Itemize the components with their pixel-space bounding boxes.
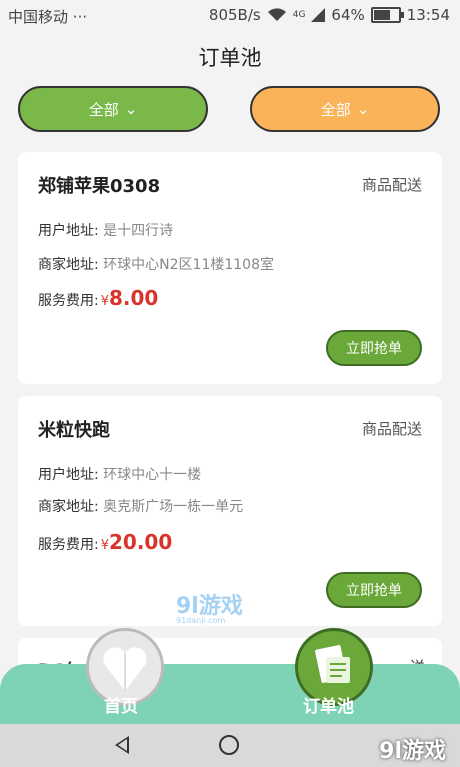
network-speed: 805B/s bbox=[208, 6, 261, 24]
order-type: 商品配送 bbox=[361, 420, 422, 438]
service-fee-amount: 20.00 bbox=[109, 530, 173, 554]
status-left: 中国移动 ··· bbox=[8, 6, 87, 27]
status-bar: 中国移动 ··· 805B/s 4G 64% 13:54 bbox=[0, 0, 460, 30]
carrier-label: 中国移动 bbox=[8, 8, 69, 26]
filter-dropdown-left[interactable]: 全部 ⌄ bbox=[18, 86, 208, 132]
user-address-value: 是十四行诗 bbox=[103, 223, 174, 239]
shop-name: 郑铺苹果0308 bbox=[38, 176, 161, 197]
service-fee-row: 服务费用: ¥ 20.00 bbox=[38, 530, 172, 554]
tab-order-pool-label: 订单池 bbox=[303, 697, 354, 717]
grab-order-button[interactable]: 立即抢单 bbox=[326, 572, 422, 608]
filter-label: 全部 bbox=[88, 100, 119, 119]
merchant-address-value: 环球中心N2区11楼1108室 bbox=[103, 257, 274, 273]
merchant-address-value: 奥克斯广场一栋一单元 bbox=[103, 499, 244, 515]
merchant-address-row: 商家地址: 环球中心N2区11楼1108室 bbox=[38, 254, 274, 274]
battery-percent: 64% bbox=[331, 6, 365, 24]
chevron-down-icon: ⌄ bbox=[124, 100, 138, 118]
network-type: 4G bbox=[292, 10, 306, 20]
status-dots: ··· bbox=[72, 8, 88, 26]
status-right: 805B/s 4G 64% 13:54 bbox=[209, 6, 450, 24]
merchant-address-label: 商家地址: bbox=[38, 257, 99, 273]
battery-icon bbox=[370, 7, 404, 23]
watermark-logo: 9l游戏 91danji.com bbox=[176, 588, 243, 625]
order-card: 郑铺苹果0308 商品配送 用户地址: 是十四行诗 商家地址: 环球中心N2区1… bbox=[18, 152, 442, 384]
chevron-down-icon: ⌄ bbox=[356, 100, 370, 118]
filter-dropdown-right[interactable]: 全部 ⌄ bbox=[250, 86, 440, 132]
wifi-icon bbox=[267, 8, 286, 21]
currency-symbol: ¥ bbox=[100, 294, 109, 309]
user-address-row: 用户地址: 环球中心十一楼 bbox=[38, 464, 201, 484]
service-fee-row: 服务费用: ¥ 8.00 bbox=[38, 286, 158, 310]
clock: 13:54 bbox=[406, 6, 450, 24]
page-title: 订单池 bbox=[198, 46, 262, 70]
shop-name: 米粒快跑 bbox=[38, 420, 110, 441]
user-address-label: 用户地址: bbox=[38, 467, 99, 483]
service-fee-label: 服务费用: bbox=[38, 293, 99, 309]
signal-icon bbox=[311, 8, 326, 22]
filter-label: 全部 bbox=[320, 100, 351, 119]
merchant-address-label: 商家地址: bbox=[38, 499, 99, 515]
tab-bar bbox=[0, 664, 460, 724]
order-type: 商品配送 bbox=[361, 176, 422, 194]
service-fee-amount: 8.00 bbox=[109, 286, 159, 310]
user-address-value: 环球中心十一楼 bbox=[103, 467, 202, 483]
user-address-row: 用户地址: 是十四行诗 bbox=[38, 220, 173, 240]
home-circle-icon[interactable] bbox=[219, 735, 239, 755]
back-icon[interactable] bbox=[115, 736, 129, 754]
service-fee-label: 服务费用: bbox=[38, 537, 99, 553]
grab-order-button[interactable]: 立即抢单 bbox=[326, 330, 422, 366]
brand-logo: 9l游戏 bbox=[379, 739, 446, 764]
currency-symbol: ¥ bbox=[100, 538, 109, 553]
user-address-label: 用户地址: bbox=[38, 223, 99, 239]
tab-home-label: 首页 bbox=[104, 697, 138, 717]
merchant-address-row: 商家地址: 奥克斯广场一栋一单元 bbox=[38, 496, 243, 516]
